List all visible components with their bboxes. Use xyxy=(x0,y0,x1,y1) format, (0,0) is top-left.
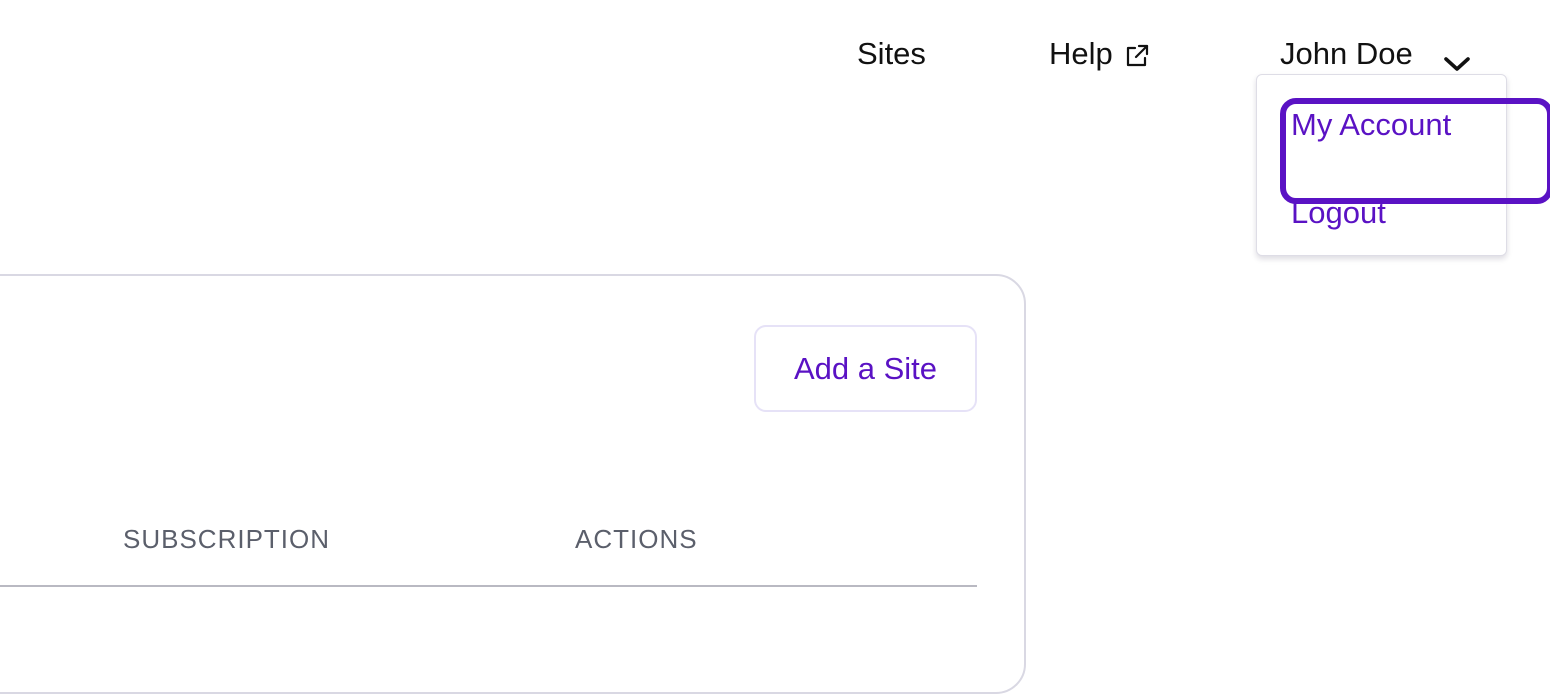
table-header-divider xyxy=(0,585,977,587)
nav-sites-link[interactable]: Sites xyxy=(857,34,926,74)
column-header-subscription: SUBSCRIPTION xyxy=(123,524,331,554)
external-link-icon xyxy=(1123,40,1151,68)
user-menu-toggle[interactable]: John Doe xyxy=(1280,34,1471,74)
menu-item-my-account-label: My Account xyxy=(1291,107,1452,142)
user-dropdown-menu: My Account Logout xyxy=(1256,74,1550,256)
nav-help-label: Help xyxy=(1049,36,1113,71)
menu-item-my-account[interactable]: My Account xyxy=(1280,98,1550,204)
column-header-actions: ACTIONS xyxy=(575,524,698,554)
menu-item-logout-label: Logout xyxy=(1291,195,1386,230)
nav-sites-label: Sites xyxy=(857,36,926,71)
add-site-button[interactable]: Add a Site xyxy=(754,325,977,412)
chevron-down-icon xyxy=(1443,44,1471,71)
menu-item-logout[interactable]: Logout xyxy=(1291,193,1386,233)
nav-help-link[interactable]: Help xyxy=(1049,34,1151,74)
user-name: John Doe xyxy=(1280,36,1413,71)
